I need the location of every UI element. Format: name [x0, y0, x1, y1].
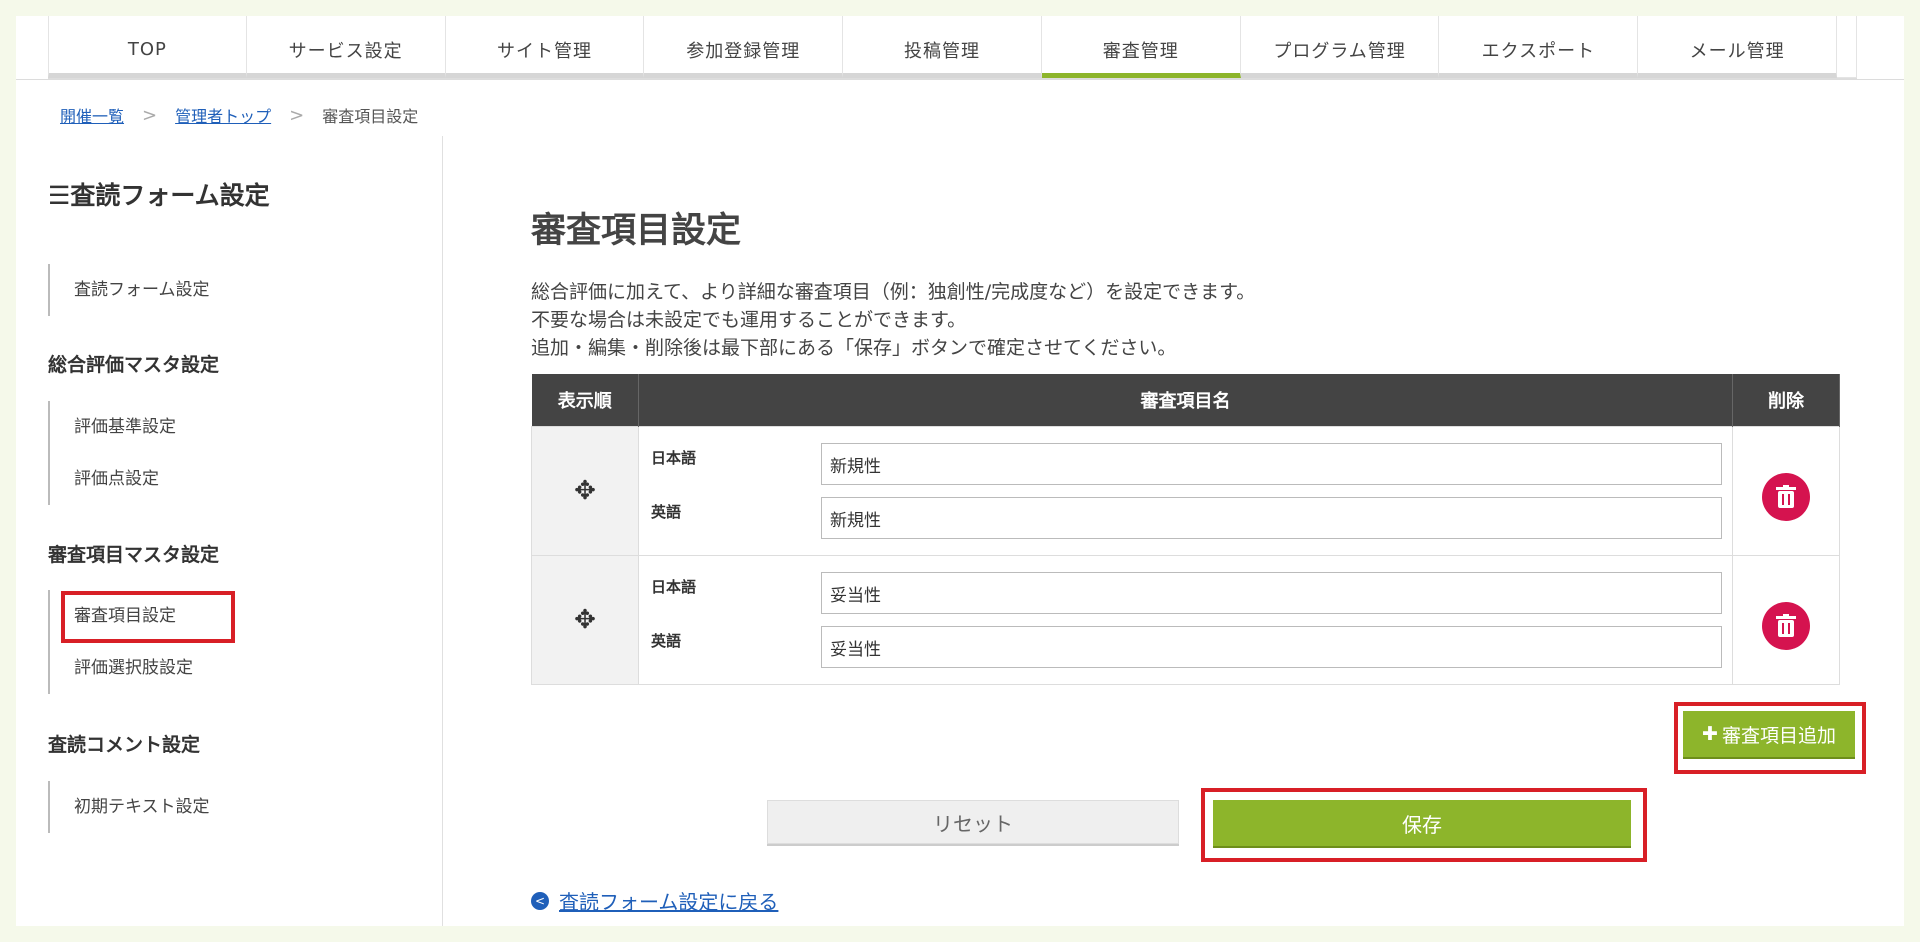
tab-service-settings[interactable]: サービス設定: [246, 16, 446, 78]
description-line: 総合評価に加えて、より詳細な審査項目（例：独創性/完成度など）を設定できます。: [531, 281, 1256, 303]
sidebar-heading-overall: 総合評価マスタ設定: [48, 354, 220, 376]
tab-site-management[interactable]: サイト管理: [445, 16, 645, 78]
nav-filler: [1837, 16, 1858, 78]
hamburger-icon: ☰: [48, 181, 71, 210]
item-name-cell: 日本語 英語: [638, 555, 1733, 685]
page-frame: TOP サービス設定 サイト管理 参加登録管理 投稿管理 審査管理 プログラム管…: [16, 16, 1904, 926]
plus-icon: ✚: [1702, 723, 1718, 745]
item-name-en-input[interactable]: [821, 497, 1722, 539]
sidebar-list: 初期テキスト設定: [48, 781, 210, 833]
delete-cell: [1732, 555, 1840, 685]
breadcrumb-current: 審査項目設定: [322, 107, 419, 126]
sidebar-item-review-form[interactable]: 査読フォーム設定: [74, 264, 210, 316]
table-header-row: 表示順 審査項目名 削除: [531, 374, 1840, 427]
sidebar-item-score[interactable]: 評価点設定: [74, 453, 176, 505]
description-line: 不要な場合は未設定でも運用することができます。: [531, 309, 967, 331]
tab-program-management[interactable]: プログラム管理: [1240, 16, 1440, 78]
header-delete: 削除: [1732, 374, 1840, 427]
chevron-right-icon: >: [289, 104, 305, 126]
tab-export[interactable]: エクスポート: [1439, 16, 1639, 78]
breadcrumb-event-list[interactable]: 開催一覧: [60, 103, 124, 127]
nav-divider: [16, 79, 1904, 80]
tab-review-management[interactable]: 審査管理: [1041, 16, 1241, 78]
item-name-cell: 日本語 英語: [638, 426, 1733, 556]
drag-handle-icon[interactable]: ✥: [531, 426, 639, 556]
sidebar: ☰査読フォーム設定 査読フォーム設定 総合評価マスタ設定 評価基準設定 評価点設…: [48, 136, 458, 926]
sidebar-item-criteria[interactable]: 評価基準設定: [74, 401, 176, 453]
item-name-ja-input[interactable]: [821, 443, 1722, 485]
description-line: 追加・編集・削除後は最下部にある「保存」ボタンで確定させてください。: [531, 337, 1177, 359]
lang-label-en: 英語: [651, 502, 682, 521]
tab-top[interactable]: TOP: [48, 16, 247, 78]
table-row: ✥ 日本語 英語: [531, 426, 1840, 556]
sidebar-heading-comments: 査読コメント設定: [48, 734, 201, 756]
chevron-left-circle-icon: <: [531, 891, 549, 910]
header-order: 表示順: [531, 374, 639, 427]
item-name-en-input[interactable]: [821, 626, 1722, 668]
sidebar-item-options[interactable]: 評価選択肢設定: [74, 642, 193, 694]
delete-cell: [1732, 426, 1840, 556]
chevron-right-icon: >: [142, 104, 158, 126]
lang-row-en: 英語: [651, 620, 1722, 674]
sidebar-heading-review-items: 審査項目マスタ設定: [48, 544, 220, 566]
trash-icon[interactable]: [1762, 601, 1810, 650]
reset-button[interactable]: リセット: [767, 800, 1179, 844]
breadcrumb-admin-top[interactable]: 管理者トップ: [175, 103, 271, 127]
lang-label-ja: 日本語: [651, 448, 697, 467]
save-button[interactable]: 保存: [1213, 800, 1631, 846]
sidebar-list: 評価基準設定 評価点設定: [48, 401, 176, 505]
add-review-item-button[interactable]: ✚ 審査項目追加: [1683, 711, 1855, 757]
trash-icon[interactable]: [1762, 472, 1810, 521]
highlight-box: [61, 591, 235, 643]
lang-label-en: 英語: [651, 631, 682, 650]
item-name-ja-input[interactable]: [821, 572, 1722, 614]
sidebar-item-initial-text[interactable]: 初期テキスト設定: [74, 781, 210, 833]
drag-handle-icon[interactable]: ✥: [531, 555, 639, 685]
sidebar-divider: [442, 136, 443, 926]
tab-mail-management[interactable]: メール管理: [1638, 16, 1838, 78]
lang-row-en: 英語: [651, 491, 1722, 545]
header-item-name: 審査項目名: [638, 374, 1733, 427]
review-items-table: 表示順 審査項目名 削除 ✥ 日本語 英語: [531, 374, 1840, 685]
tab-submission-management[interactable]: 投稿管理: [843, 16, 1042, 78]
page-title: 審査項目設定: [531, 211, 742, 251]
tab-registration-management[interactable]: 参加登録管理: [644, 16, 844, 78]
lang-row-ja: 日本語: [651, 437, 1722, 491]
sidebar-title: ☰査読フォーム設定: [48, 181, 270, 210]
sidebar-list: 査読フォーム設定: [48, 264, 210, 316]
top-nav: TOP サービス設定 サイト管理 参加登録管理 投稿管理 審査管理 プログラム管…: [48, 16, 1858, 79]
breadcrumb: 開催一覧 > 管理者トップ > 審査項目設定: [60, 100, 418, 130]
back-to-review-form-link[interactable]: < 査読フォーム設定に戻る: [531, 886, 778, 915]
lang-label-ja: 日本語: [651, 577, 697, 596]
page-description: 総合評価に加えて、より詳細な審査項目（例：独創性/完成度など）を設定できます。 …: [531, 278, 1255, 362]
table-row: ✥ 日本語 英語: [531, 555, 1840, 685]
lang-row-ja: 日本語: [651, 566, 1722, 620]
